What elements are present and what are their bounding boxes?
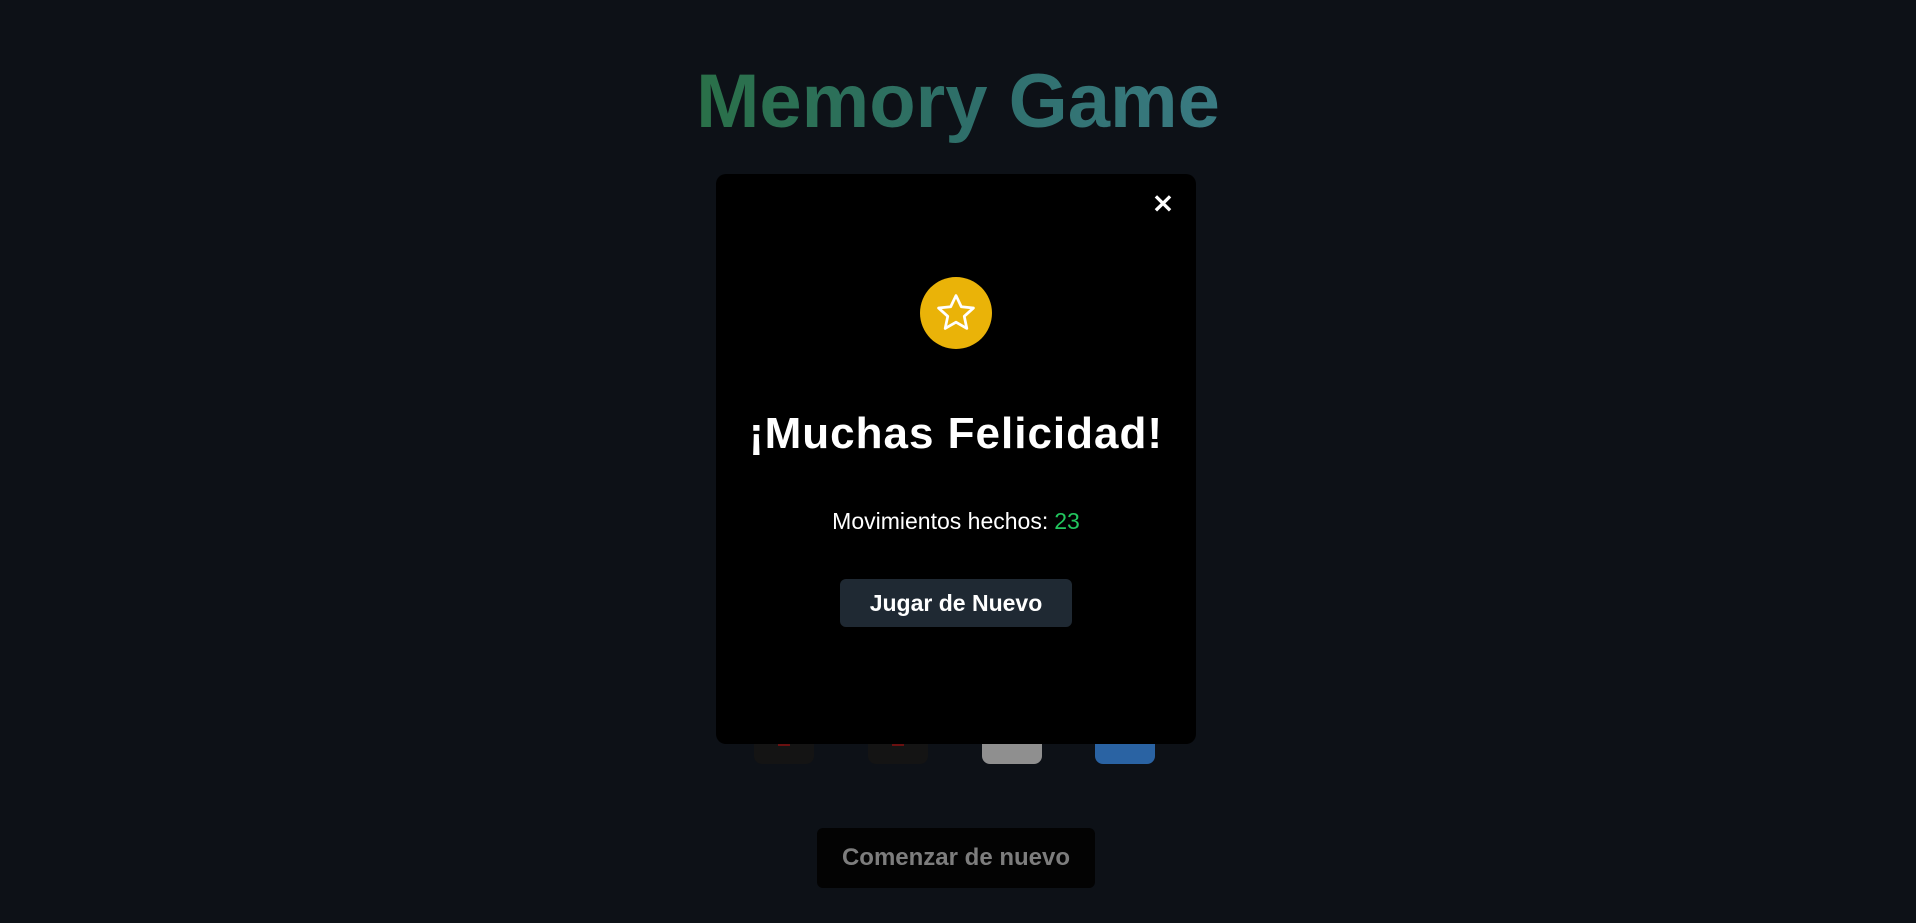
modal-overlay: × ¡Muchas Felicidad! Movimientos hechos:… [0,0,1916,923]
close-button[interactable]: × [1148,188,1178,218]
star-icon [937,294,975,330]
win-modal: × ¡Muchas Felicidad! Movimientos hechos:… [716,174,1196,744]
moves-summary: Movimientos hechos: 23 [716,505,1196,537]
game-page: Memory Game Comenzar de nuevo × ¡Muchas … [0,0,1916,923]
moves-count: 23 [1054,508,1080,534]
play-again-button[interactable]: Jugar de Nuevo [840,579,1072,627]
moves-label: Movimientos hechos: [832,508,1049,534]
star-badge [920,277,992,349]
modal-title: ¡Muchas Felicidad! [748,409,1164,458]
